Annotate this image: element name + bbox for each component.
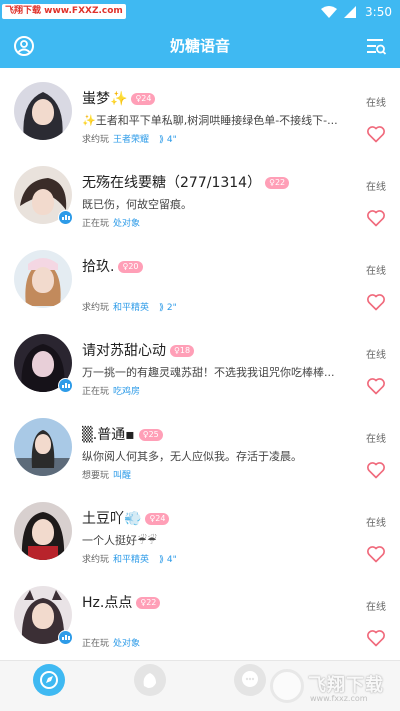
voice-wave-icon: ⟫: [159, 135, 167, 145]
age-badge: ♀22: [136, 597, 161, 609]
online-status: 在线: [366, 266, 386, 277]
activity-info: 正在玩 吃鸡房: [82, 387, 141, 397]
activity-game[interactable]: 王者荣耀: [113, 135, 149, 145]
age-badge: ♀18: [170, 345, 195, 357]
activity-game[interactable]: 叫醒: [113, 471, 131, 481]
user-list-item[interactable]: 蚩梦✨ ♀24 在线 ✨王者和平下单私聊,树洞哄睡接绿色单-不接线下-... 求约…: [0, 68, 400, 152]
activity-info: 正在玩 处对象: [82, 219, 141, 229]
heart-icon[interactable]: [366, 460, 386, 480]
heart-icon[interactable]: [366, 628, 386, 648]
age-badge: ♀20: [118, 261, 143, 273]
user-name: Hz.点点 ♀22: [82, 592, 161, 612]
voice-intro[interactable]: ⟫ 4": [159, 555, 177, 565]
watermark: 飞翔下载 www.fxxz.com: [270, 668, 390, 706]
activity-game[interactable]: 和平精英: [113, 303, 149, 313]
tab-chat[interactable]: [230, 661, 270, 711]
user-name: 无殇在线要糖（277/1314） ♀22: [82, 172, 290, 192]
compass-icon: [33, 664, 65, 696]
activity-info: 正在玩 处对象: [82, 639, 141, 649]
avatar[interactable]: [14, 82, 72, 140]
activity-game[interactable]: 处对象: [113, 639, 140, 649]
online-status: 在线: [366, 602, 386, 613]
watermark-badge: 飞翔下载 www.FXXZ.com: [2, 4, 126, 19]
user-list: 蚩梦✨ ♀24 在线 ✨王者和平下单私聊,树洞哄睡接绿色单-不接线下-... 求约…: [0, 68, 400, 660]
user-list-item[interactable]: 拾玖. ♀20 在线 求约玩 和平精英 ⟫ 2": [0, 236, 400, 320]
user-list-item[interactable]: 请对苏甜心动 ♀18 在线 万一挑一的有趣灵魂苏甜！不选我我诅咒你吃棒棒... 正…: [0, 320, 400, 404]
heart-icon[interactable]: [366, 376, 386, 396]
watermark-logo: [270, 669, 304, 703]
avatar[interactable]: [14, 250, 72, 308]
voice-wave-icon: ⟫: [159, 555, 167, 565]
age-badge: ♀24: [145, 513, 170, 525]
bubble-icon: [134, 664, 166, 696]
activity-info: 求约玩 和平精英 ⟫ 4": [82, 555, 177, 565]
age-badge: ♀22: [265, 177, 290, 189]
chat-icon: [234, 664, 266, 696]
avatar[interactable]: [14, 502, 72, 560]
online-status: 在线: [366, 434, 386, 445]
live-badge: [58, 378, 73, 393]
activity-info: 想要玩 叫醒: [82, 471, 132, 481]
online-status: 在线: [366, 518, 386, 529]
activity-game[interactable]: 吃鸡房: [113, 387, 140, 397]
voice-intro[interactable]: ⟫ 2": [159, 303, 177, 313]
heart-icon[interactable]: [366, 124, 386, 144]
online-status: 在线: [366, 182, 386, 193]
heart-icon[interactable]: [366, 208, 386, 228]
online-status: 在线: [366, 98, 386, 109]
activity-info: 求约玩 王者荣耀 ⟫ 4": [82, 135, 177, 145]
tab-discover[interactable]: [29, 661, 69, 711]
user-signature: 既已伤，何故空留痕。: [82, 198, 192, 211]
user-list-item[interactable]: Hz.点点 ♀22 在线 正在玩 处对象: [0, 572, 400, 656]
voice-wave-icon: ⟫: [159, 303, 167, 313]
age-badge: ♀25: [138, 429, 163, 441]
filter-list-icon[interactable]: [364, 34, 388, 58]
watermark-url: www.fxxz.com: [310, 694, 368, 703]
wifi-icon: [321, 6, 338, 18]
live-badge: [58, 630, 73, 645]
status-right: 3:50: [321, 3, 392, 21]
battery-icon: [344, 6, 357, 18]
app-bar: 奶糖语音: [0, 24, 400, 68]
user-signature: 纵你阅人何其多，无人应似我。存活于凌晨。: [82, 450, 302, 463]
online-status: 在线: [366, 350, 386, 361]
age-badge: ♀24: [131, 93, 156, 105]
heart-icon[interactable]: [366, 544, 386, 564]
live-badge: [58, 210, 73, 225]
heart-icon[interactable]: [366, 292, 386, 312]
user-signature: ✨王者和平下单私聊,树洞哄睡接绿色单-不接线下-...: [82, 114, 338, 127]
clock: 3:50: [365, 5, 392, 19]
user-name: ▒.普通▪ ♀25: [82, 424, 163, 444]
user-signature: 万一挑一的有趣灵魂苏甜！不选我我诅咒你吃棒棒...: [82, 366, 335, 379]
page-title: 奶糖语音: [169, 37, 230, 55]
activity-info: 求约玩 和平精英 ⟫ 2": [82, 303, 177, 313]
user-signature: 一个人挺好☔☔: [82, 534, 157, 547]
activity-game[interactable]: 处对象: [113, 219, 140, 229]
user-list-item[interactable]: 无殇在线要糖（277/1314） ♀22 在线 既已伤，何故空留痕。 正在玩 处对象: [0, 152, 400, 236]
avatar[interactable]: [14, 418, 72, 476]
voice-intro[interactable]: ⟫ 4": [159, 135, 177, 145]
user-name: 拾玖. ♀20: [82, 256, 143, 276]
user-list-item[interactable]: 土豆吖💨 ♀24 在线 一个人挺好☔☔ 求约玩 和平精英 ⟫ 4": [0, 488, 400, 572]
tab-bubble[interactable]: [130, 661, 170, 711]
status-bar: 飞翔下载 www.FXXZ.com 3:50: [0, 0, 400, 24]
user-name: 土豆吖💨 ♀24: [82, 508, 170, 528]
user-name: 蚩梦✨ ♀24: [82, 88, 156, 108]
user-name: 请对苏甜心动 ♀18: [82, 340, 195, 360]
user-list-item[interactable]: ▒.普通▪ ♀25 在线 纵你阅人何其多，无人应似我。存活于凌晨。 想要玩 叫醒: [0, 404, 400, 488]
activity-game[interactable]: 和平精英: [113, 555, 149, 565]
